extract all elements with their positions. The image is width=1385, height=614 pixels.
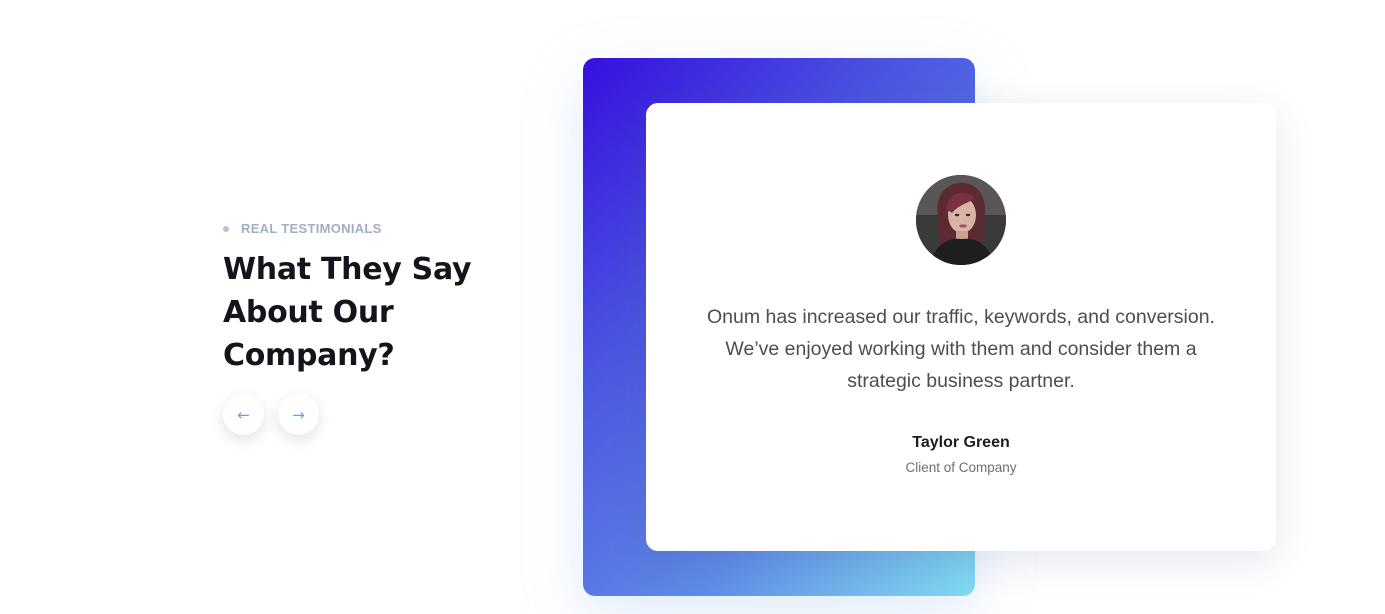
arrow-left-icon: ←	[237, 405, 250, 424]
avatar-portrait-image	[916, 175, 1006, 265]
previous-testimonial-button[interactable]: ←	[223, 394, 264, 435]
testimonial-card: Onum has increased our traffic, keywords…	[646, 103, 1276, 551]
testimonial-author-role: Client of Company	[905, 460, 1017, 475]
testimonial-quote: Onum has increased our traffic, keywords…	[707, 306, 1215, 392]
testimonial-author-name: Taylor Green	[912, 434, 1010, 451]
bullet-dot-icon	[223, 225, 229, 232]
section-heading: What They Say About Our Company?	[223, 252, 472, 373]
next-testimonial-button[interactable]: →	[278, 394, 319, 435]
avatar	[916, 175, 1006, 265]
eyebrow-label: REAL TESTIMONIALS	[241, 221, 382, 236]
section-eyebrow: REAL TESTIMONIALS	[223, 221, 382, 236]
arrow-right-icon: →	[292, 405, 305, 424]
testimonials-section: REAL TESTIMONIALS What They Say About Ou…	[0, 0, 1385, 614]
